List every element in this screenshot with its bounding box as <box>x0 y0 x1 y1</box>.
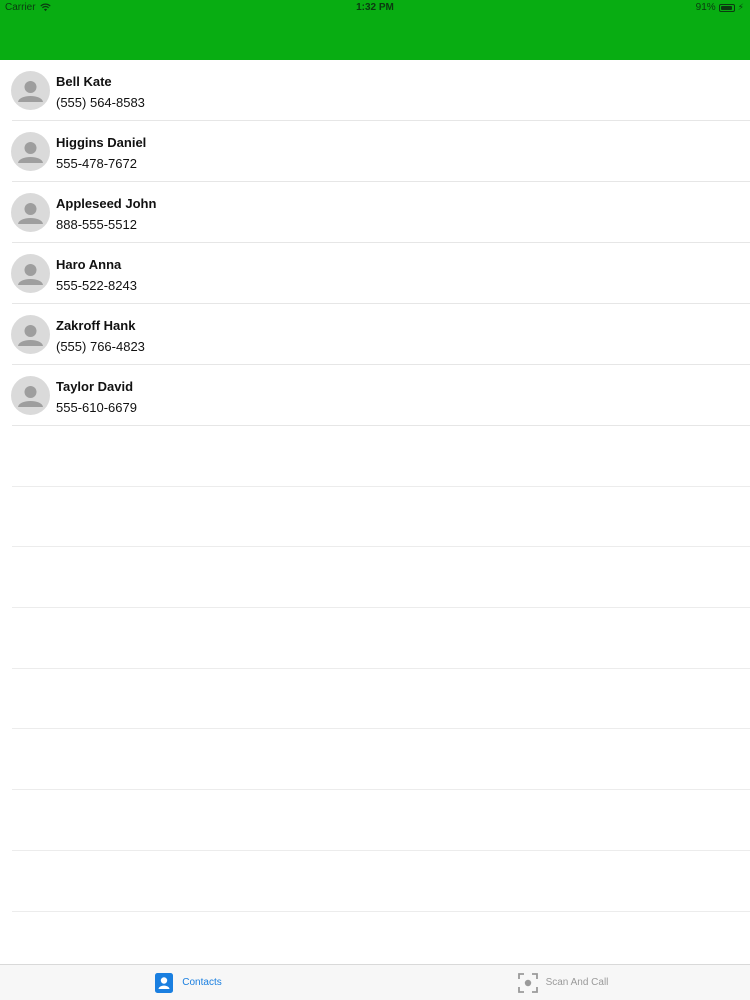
avatar-placeholder-icon <box>11 254 50 293</box>
status-time: 1:32 PM <box>356 2 394 13</box>
contact-row[interactable]: Appleseed John 888-555-5512 <box>0 182 750 243</box>
contact-name: Haro Anna <box>56 257 122 272</box>
avatar-placeholder-icon <box>11 132 50 171</box>
empty-row-separator <box>0 851 750 912</box>
contact-name: Taylor David <box>56 379 134 394</box>
empty-row-separator <box>0 487 750 548</box>
contact-row[interactable]: Taylor David 555-610-6679 <box>0 365 750 426</box>
contact-phone: 555-478-7672 <box>56 156 137 171</box>
tab-scan-label: Scan And Call <box>545 977 609 988</box>
contact-row[interactable]: Higgins Daniel 555-478-7672 <box>0 121 750 182</box>
avatar-placeholder-icon <box>11 315 50 354</box>
contact-name: Appleseed John <box>56 196 157 211</box>
contact-row[interactable]: Haro Anna 555-522-8243 <box>0 243 750 304</box>
avatar-placeholder-icon <box>11 376 50 415</box>
empty-row-separator <box>0 790 750 851</box>
app-screen: Carrier 1:32 PM 91% ⚡ Bell Kate (555) 56… <box>0 0 750 1000</box>
battery-icon <box>718 3 735 12</box>
empty-row-separator <box>0 547 750 608</box>
tab-scan-and-call[interactable]: Scan And Call <box>375 965 750 1000</box>
avatar-placeholder-icon <box>11 71 50 110</box>
tab-bar: Contacts Scan And Call <box>0 964 750 1000</box>
contact-phone: (555) 564-8583 <box>56 95 145 110</box>
tab-contacts[interactable]: Contacts <box>0 965 375 1000</box>
contact-phone: (555) 766-4823 <box>56 339 145 354</box>
contact-name: Bell Kate <box>56 74 112 89</box>
navigation-bar: Carrier 1:32 PM 91% ⚡ <box>0 0 750 60</box>
contact-phone: 555-610-6679 <box>56 400 137 415</box>
contacts-icon <box>155 972 174 993</box>
contact-name: Higgins Daniel <box>56 135 147 150</box>
empty-table-rows <box>0 426 750 912</box>
tab-contacts-label: Contacts <box>182 977 222 988</box>
empty-row-separator <box>0 669 750 730</box>
scan-icon <box>517 972 538 993</box>
status-right: 91% ⚡ <box>696 2 744 13</box>
contact-list: Bell Kate (555) 564-8583 Higgins Daniel … <box>0 60 750 426</box>
empty-row-separator <box>0 608 750 669</box>
status-bar: Carrier 1:32 PM 91% ⚡ <box>0 0 750 16</box>
contact-row[interactable]: Zakroff Hank (555) 766-4823 <box>0 304 750 365</box>
charging-bolt-icon: ⚡ <box>737 2 744 12</box>
battery-percent: 91% <box>695 2 716 13</box>
avatar-placeholder-icon <box>11 193 50 232</box>
contact-name: Zakroff Hank <box>56 318 136 333</box>
empty-row-separator <box>0 426 750 487</box>
contact-row[interactable]: Bell Kate (555) 564-8583 <box>0 60 750 121</box>
empty-row-separator <box>0 729 750 790</box>
contact-phone: 555-522-8243 <box>56 278 137 293</box>
contact-phone: 888-555-5512 <box>56 217 137 232</box>
